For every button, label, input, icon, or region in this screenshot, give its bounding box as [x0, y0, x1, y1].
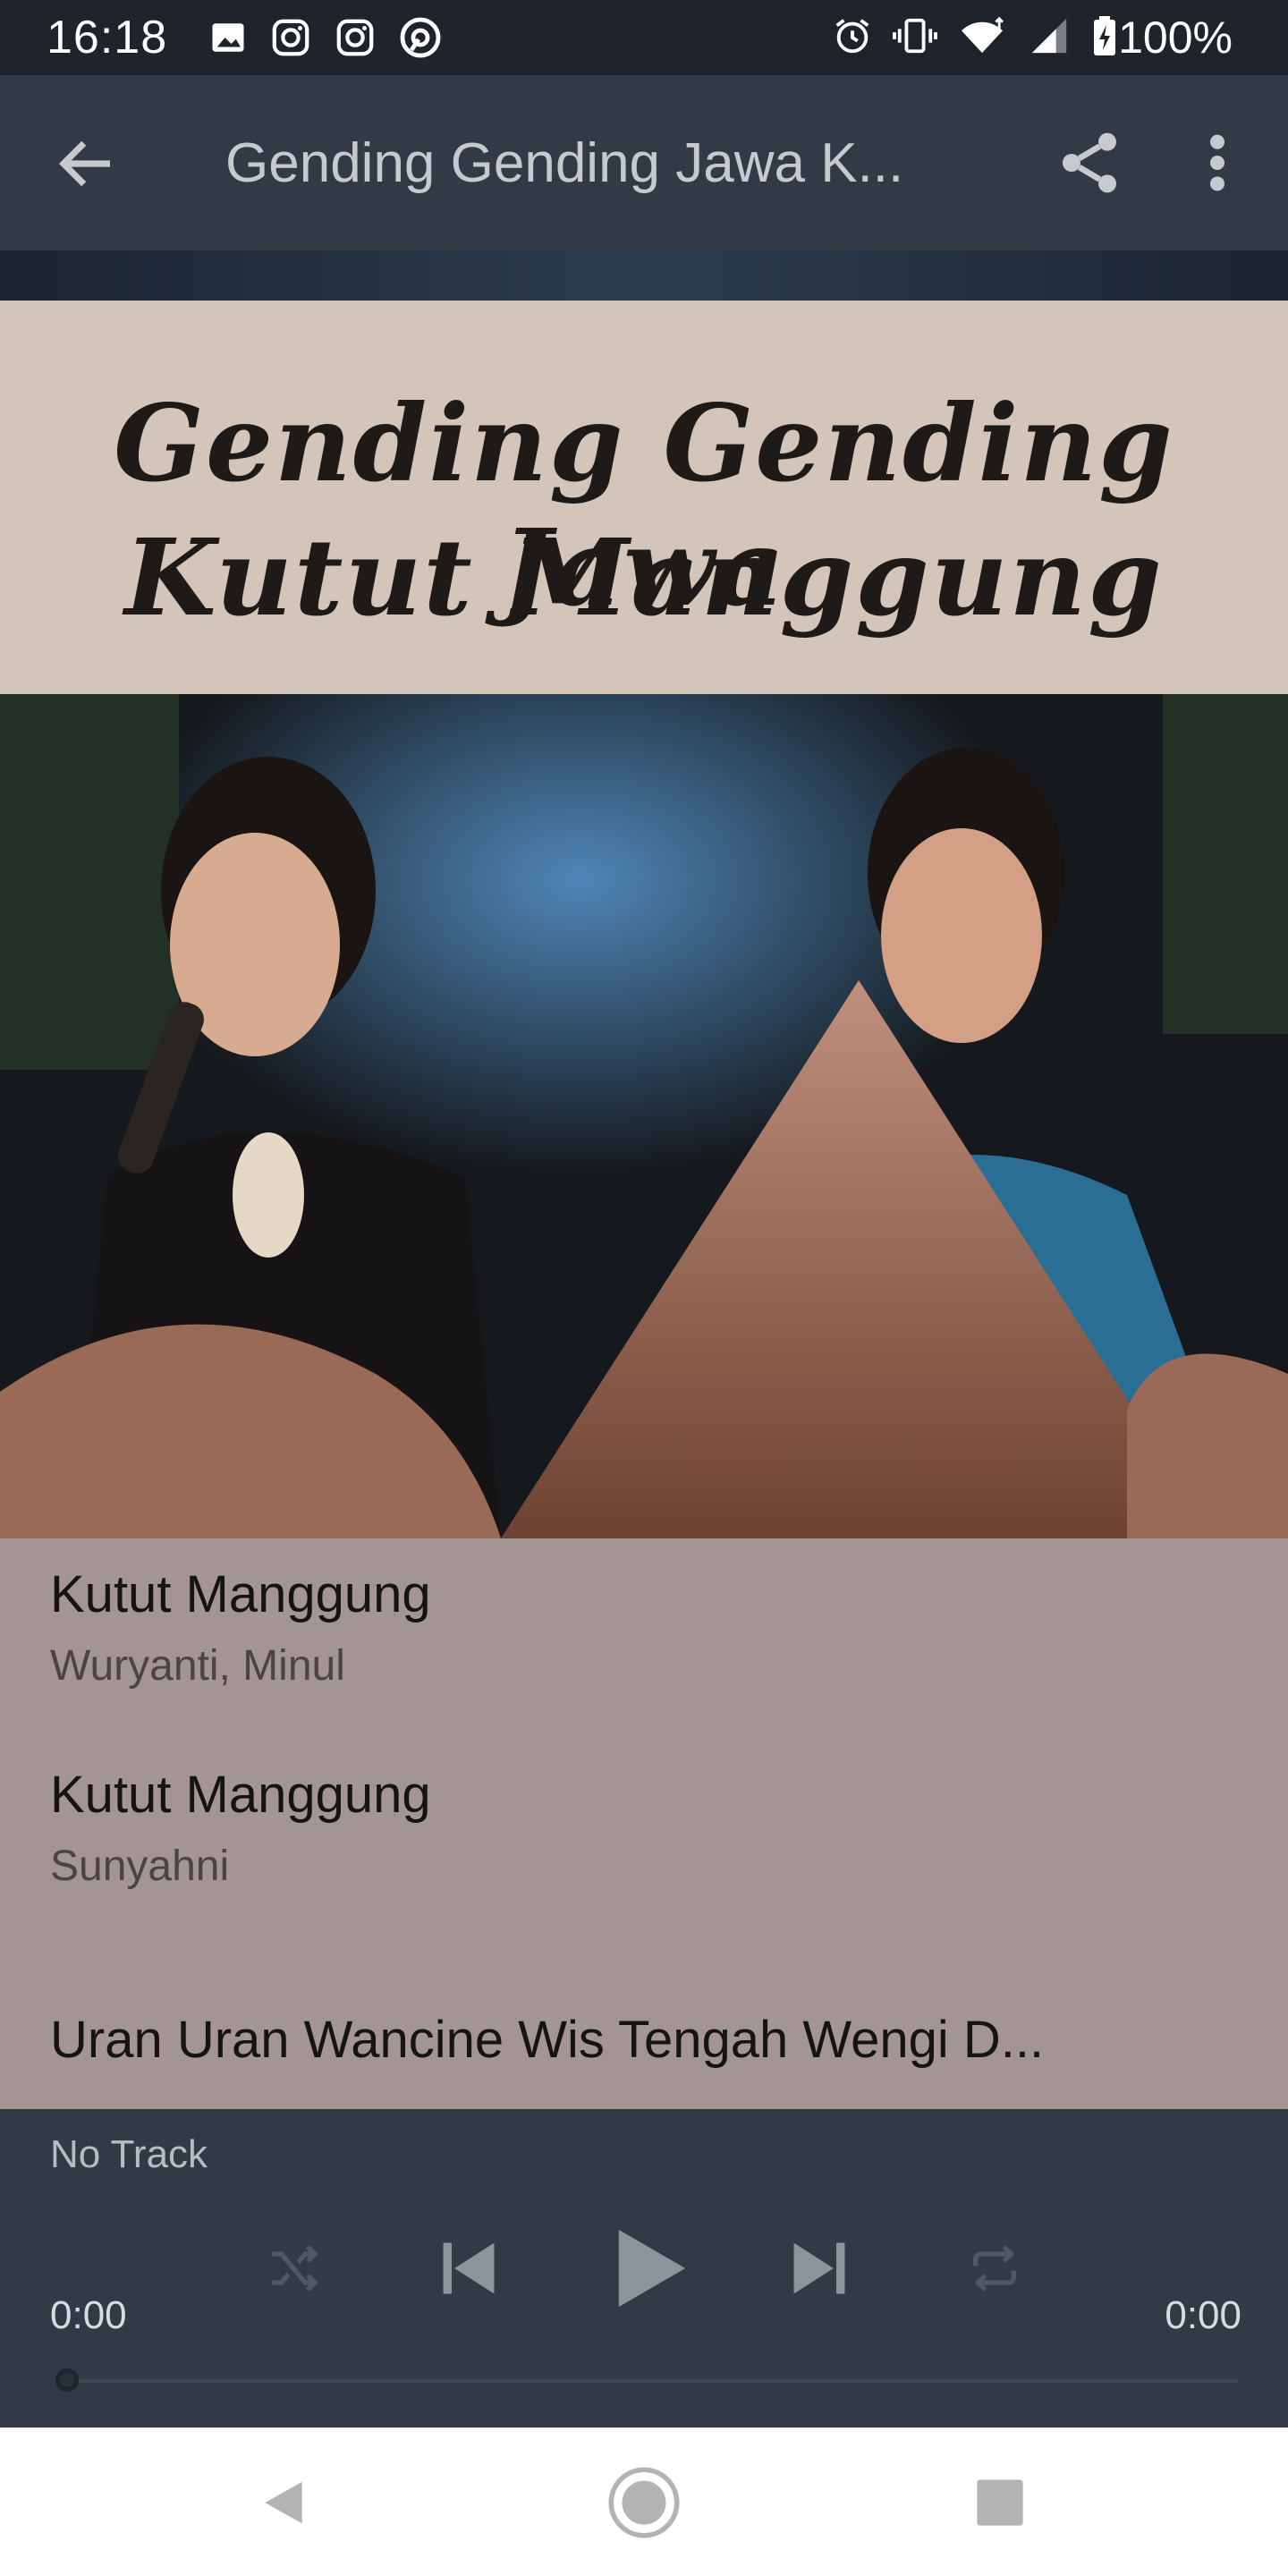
player-bar: No Track 0:00 0:00: [0, 2109, 1288, 2428]
track-artist: Wuryanti, Minul: [50, 1642, 345, 1690]
shuffle-icon[interactable]: [265, 2240, 322, 2297]
track-title: Kutut Manggung: [50, 1565, 431, 1623]
list-item[interactable]: Kutut Manggung Sunyahni: [50, 1766, 1213, 1893]
system-icons: [832, 14, 1118, 57]
repeat-icon[interactable]: [966, 2240, 1023, 2297]
artwork-photo: [0, 694, 1288, 1538]
track-title: Uran Uran Wancine Wis Tengah Wengi D...: [50, 2011, 1045, 2069]
battery-percent: 100%: [1118, 13, 1233, 63]
elapsed-time: 0:00: [50, 2293, 127, 2337]
album-artwork: Gending Gending Jawa Kutut Manggung: [0, 250, 1288, 1538]
system-nav-bar: [0, 2428, 1288, 2576]
image-icon: [212, 23, 244, 52]
nav-recents-icon[interactable]: [975, 2478, 1025, 2528]
status-bar: 16:18 100%: [0, 0, 1288, 75]
now-playing-label: No Track: [50, 2132, 208, 2176]
artwork-title-line2: Kutut Manggung: [124, 515, 1164, 640]
artwork-banner: Gending Gending Jawa Kutut Manggung: [0, 301, 1288, 694]
nav-home-icon[interactable]: [606, 2465, 682, 2540]
status-time: 16:18: [47, 12, 168, 64]
track-title: Kutut Manggung: [50, 1766, 431, 1824]
nav-back-icon[interactable]: [256, 2474, 311, 2531]
alarm-icon: [835, 19, 869, 54]
app-toolbar: Gending Gending Jawa K...: [0, 75, 1288, 250]
list-item[interactable]: Kutut Manggung Wuryanti, Minul: [50, 1565, 1213, 1692]
signal-icon: [1031, 18, 1067, 54]
play-icon[interactable]: [608, 2222, 692, 2315]
at-sign-icon: [400, 17, 441, 58]
skip-previous-icon[interactable]: [435, 2233, 503, 2304]
track-artist: Sunyahni: [50, 1843, 230, 1890]
total-time: 0:00: [1165, 2293, 1241, 2337]
wifi-icon: [962, 16, 1004, 54]
artwork-top-strip: [0, 250, 1288, 301]
skip-next-icon[interactable]: [785, 2233, 853, 2304]
arrow-left-icon[interactable]: [52, 129, 122, 199]
vibrate-icon: [893, 18, 937, 54]
notification-icons: [209, 16, 442, 59]
battery-charging-icon: [1094, 16, 1115, 55]
track-list: Kutut Manggung Wuryanti, Minul Kutut Man…: [0, 1538, 1288, 2109]
seek-bar[interactable]: [57, 2379, 1238, 2383]
page-title: Gending Gending Jawa K...: [225, 132, 904, 194]
list-item[interactable]: Uran Uran Wancine Wis Tengah Wengi D...: [50, 2011, 1213, 2070]
more-vert-icon[interactable]: [1195, 127, 1240, 199]
instagram-icon: [336, 19, 374, 56]
seek-thumb[interactable]: [55, 2368, 79, 2392]
share-icon[interactable]: [1054, 127, 1125, 199]
instagram-icon: [272, 19, 309, 56]
